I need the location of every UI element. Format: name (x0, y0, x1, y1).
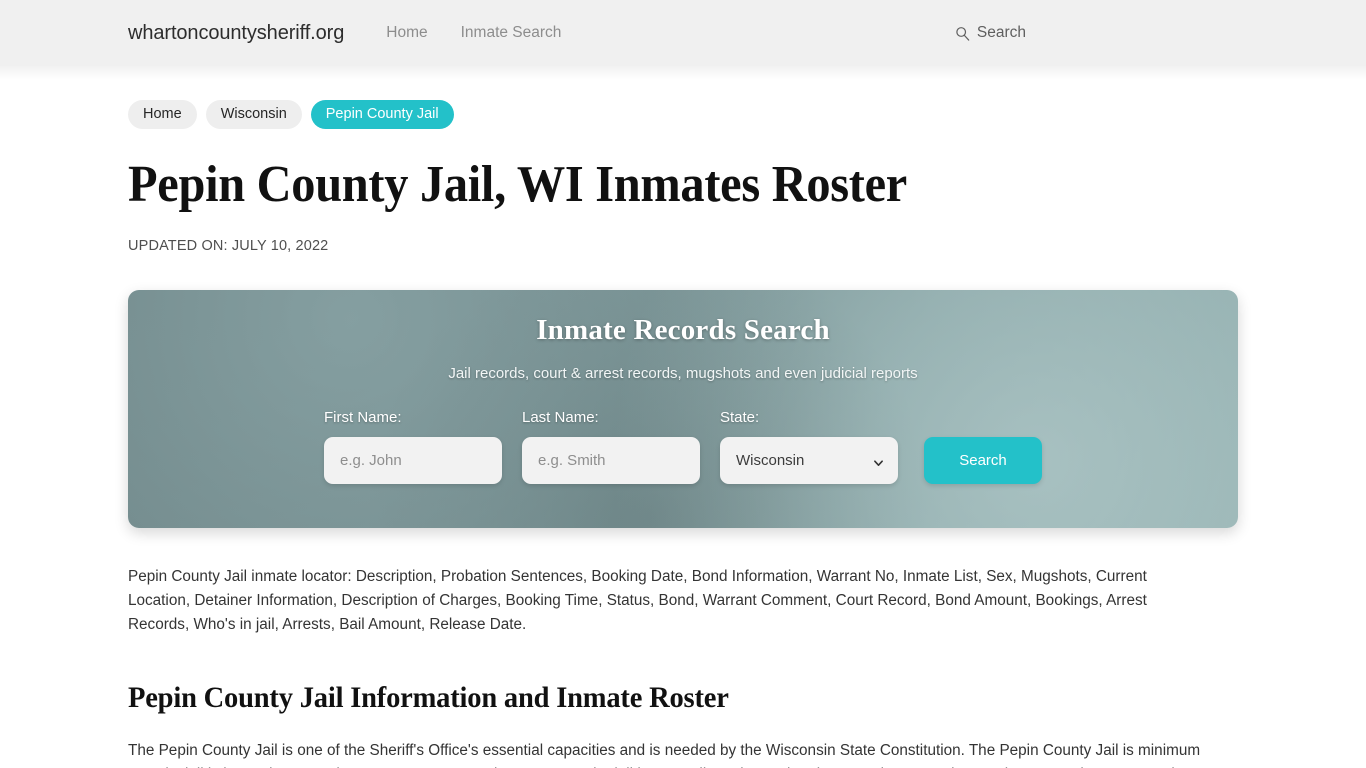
intro-paragraph: Pepin County Jail inmate locator: Descri… (128, 568, 1147, 634)
first-name-input[interactable] (324, 437, 502, 485)
last-name-field-group: Last Name: (522, 409, 700, 485)
last-name-label: Last Name: (522, 409, 599, 427)
page-title: Pepin County Jail, WI Inmates Roster (128, 156, 907, 213)
site-logo[interactable]: whartoncountysheriff.org (128, 22, 344, 45)
site-header: whartoncountysheriff.org Home Inmate Sea… (0, 0, 1366, 80)
first-name-field-group: First Name: (324, 409, 502, 485)
header-search-label: Search (976, 24, 1026, 41)
updated-on-label: UPDATED ON: JULY 10, 2022 (128, 238, 329, 255)
header-search-button[interactable]: Search (955, 24, 1238, 42)
state-select[interactable]: Wisconsin (720, 437, 898, 485)
breadcrumb: Home Wisconsin Pepin County Jail (128, 66, 1238, 129)
section-paragraph: The Pepin County Jail is one of the Sher… (128, 742, 1201, 768)
first-name-label: First Name: (324, 409, 402, 427)
page-container: Home Wisconsin Pepin County Jail Pepin C… (0, 66, 1366, 768)
breadcrumb-item-home[interactable]: Home (128, 100, 197, 129)
inmate-records-search-panel: Inmate Records Search Jail records, cour… (128, 290, 1238, 529)
state-field-group: State: Wisconsin (720, 409, 898, 485)
nav-item-inmate-search[interactable]: Inmate Search (461, 24, 562, 42)
last-name-input[interactable] (522, 437, 700, 485)
search-icon (955, 26, 970, 41)
search-submit-button[interactable]: Search (924, 437, 1042, 485)
hero-title: Inmate Records Search (536, 314, 830, 347)
hero-subtitle: Jail records, court & arrest records, mu… (448, 365, 918, 383)
breadcrumb-item-pepin-county-jail[interactable]: Pepin County Jail (310, 100, 454, 129)
nav-item-home[interactable]: Home (386, 24, 427, 42)
inmate-search-form: First Name: Last Name: State: Wisconsin (324, 409, 1042, 485)
state-label: State: (720, 409, 760, 427)
section-heading: Pepin County Jail Information and Inmate… (128, 681, 729, 715)
main-nav: Home Inmate Search (386, 24, 561, 42)
breadcrumb-item-wisconsin[interactable]: Wisconsin (205, 100, 302, 129)
